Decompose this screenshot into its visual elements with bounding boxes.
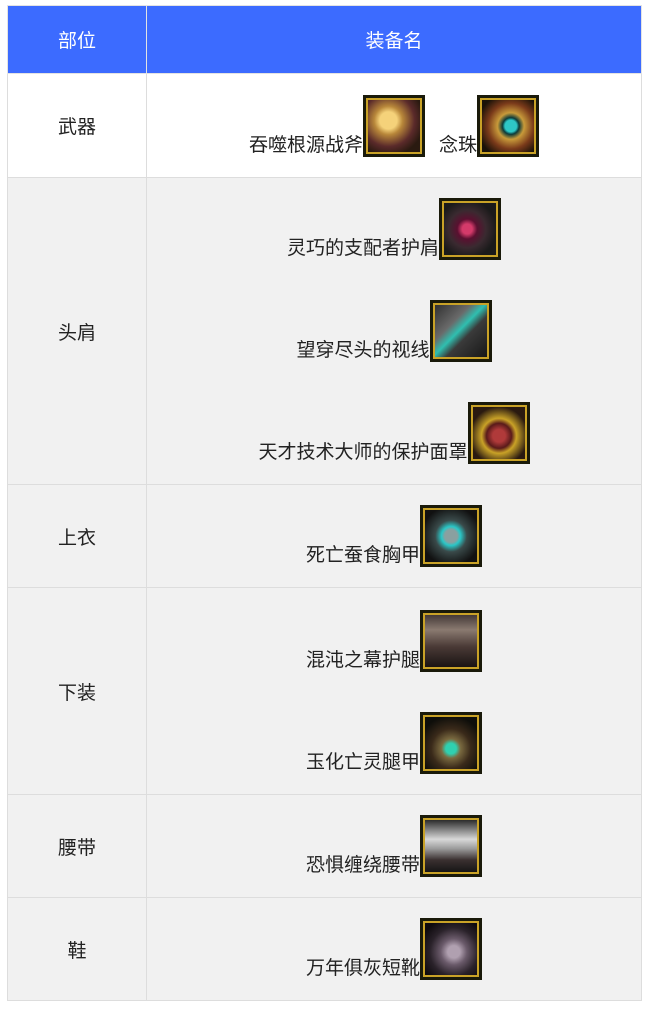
part-label: 下装	[7, 587, 147, 795]
equipment-name: 万年俱灰短靴	[305, 957, 420, 979]
equipment-cell: 恐惧缠绕腰带	[146, 794, 642, 898]
equipment-name: 念珠	[439, 134, 478, 156]
equipment-name: 死亡蚕食胸甲	[305, 544, 420, 566]
equipment-name: 望穿尽头的视线	[296, 339, 430, 361]
equipment-table-container: 部位 装备名 武器 吞噬根源战斧 念珠 头肩 灵巧的支配者护肩 望穿尽头的视线 …	[7, 5, 642, 1001]
prayer-beads-icon[interactable]	[477, 95, 540, 157]
jade-leg-armor-icon[interactable]	[420, 712, 482, 774]
table-row-weapon: 武器 吞噬根源战斧 念珠	[7, 73, 642, 178]
equipment-line: 吞噬根源战斧 念珠	[147, 95, 641, 177]
part-label: 上衣	[7, 484, 147, 588]
equipment-name: 天才技术大师的保护面罩	[258, 441, 468, 463]
table-row-head-shoulder: 头肩 灵巧的支配者护肩 望穿尽头的视线 天才技术大师的保护面罩	[7, 177, 642, 485]
face-mask-icon[interactable]	[467, 402, 530, 464]
axe-icon[interactable]	[363, 95, 425, 157]
table-header-row: 部位 装备名	[7, 5, 642, 74]
equipment-line: 混沌之幕护腿	[147, 590, 641, 692]
chest-armor-icon[interactable]	[420, 505, 482, 567]
equipment-name: 恐惧缠绕腰带	[305, 854, 420, 876]
equipment-line: 死亡蚕食胸甲	[147, 505, 641, 587]
header-part: 部位	[7, 5, 147, 74]
equipment-line: 天才技术大师的保护面罩	[147, 382, 641, 484]
equipment-cell: 灵巧的支配者护肩 望穿尽头的视线 天才技术大师的保护面罩	[146, 177, 642, 485]
equipment-cell: 万年俱灰短靴	[146, 897, 642, 1001]
part-label: 头肩	[7, 177, 147, 485]
equipment-cell: 吞噬根源战斧 念珠	[146, 73, 642, 178]
equipment-cell: 死亡蚕食胸甲	[146, 484, 642, 588]
shoulder-guard-icon[interactable]	[439, 198, 501, 260]
equipment-table: 部位 装备名 武器 吞噬根源战斧 念珠 头肩 灵巧的支配者护肩 望穿尽头的视线 …	[7, 5, 642, 1001]
equipment-line: 玉化亡灵腿甲	[147, 692, 641, 794]
table-row-chest: 上衣 死亡蚕食胸甲	[7, 484, 642, 588]
equipment-line: 万年俱灰短靴	[147, 918, 641, 1000]
equipment-name: 吞噬根源战斧	[248, 134, 363, 156]
eye-gaze-icon[interactable]	[429, 300, 492, 362]
header-equipment-name: 装备名	[146, 5, 642, 74]
table-row-belt: 腰带 恐惧缠绕腰带	[7, 794, 642, 898]
table-row-shoes: 鞋 万年俱灰短靴	[7, 897, 642, 1001]
part-label: 武器	[7, 73, 147, 178]
equipment-name: 混沌之幕护腿	[305, 649, 420, 671]
belt-icon[interactable]	[420, 815, 482, 877]
equipment-line: 灵巧的支配者护肩	[147, 178, 641, 280]
boots-icon[interactable]	[420, 918, 482, 980]
part-label: 腰带	[7, 794, 147, 898]
part-label: 鞋	[7, 897, 147, 1001]
table-row-legs: 下装 混沌之幕护腿 玉化亡灵腿甲	[7, 587, 642, 795]
leg-guard-icon[interactable]	[420, 610, 482, 672]
equipment-line: 望穿尽头的视线	[147, 280, 641, 382]
equipment-name: 灵巧的支配者护肩	[286, 237, 439, 259]
equipment-cell: 混沌之幕护腿 玉化亡灵腿甲	[146, 587, 642, 795]
equipment-line: 恐惧缠绕腰带	[147, 815, 641, 897]
equipment-name: 玉化亡灵腿甲	[305, 751, 420, 773]
